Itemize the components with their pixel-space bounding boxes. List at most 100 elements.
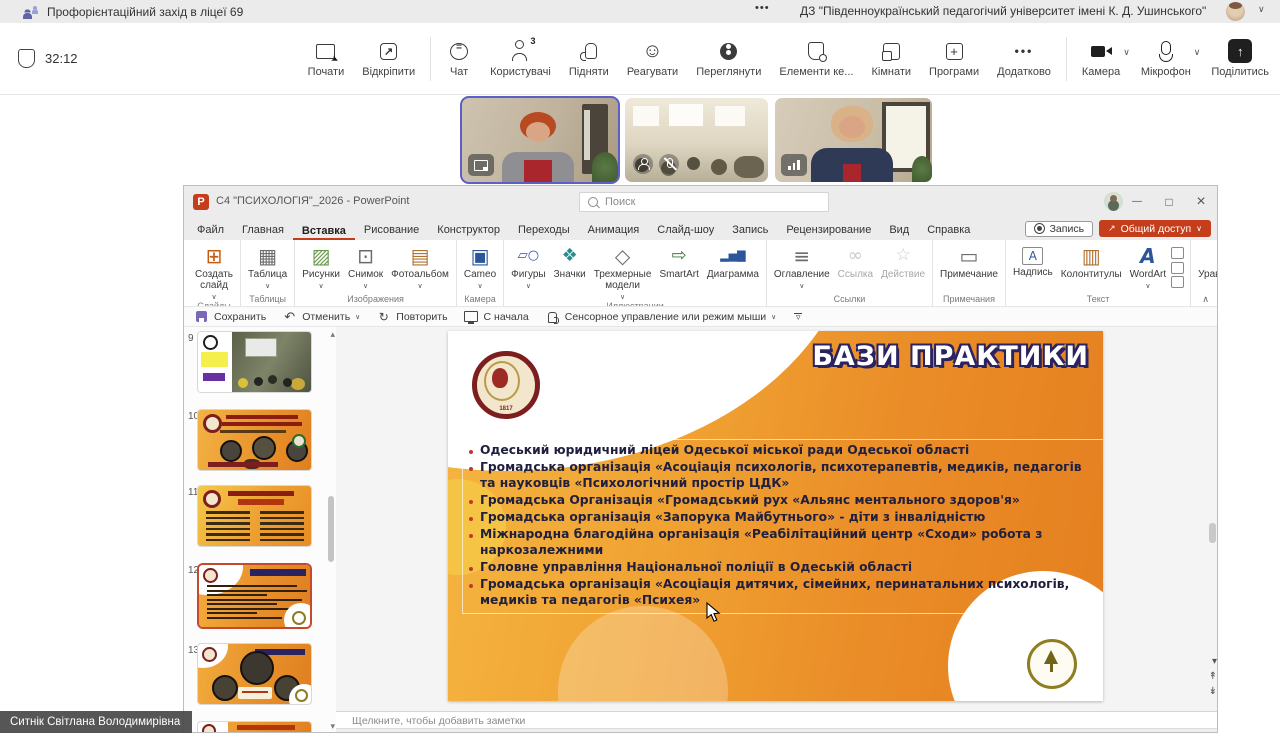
ribbon-cameo-button[interactable]: ▣Cameo∨: [460, 242, 500, 290]
ribbon-group-buttons: ▨Рисунки∨⊡Снимок∨▤Фотоальбом∨: [298, 242, 453, 294]
microphone-chevron-button[interactable]: ∨: [1194, 47, 1201, 58]
tab-draw[interactable]: Рисование: [355, 221, 428, 240]
collapse-ribbon-button[interactable]: ∧: [1202, 294, 1209, 305]
camera-button[interactable]: Камера: [1073, 39, 1129, 78]
slide-bullet-list[interactable]: Одеський юридичний ліцей Одеської місько…: [462, 439, 1103, 614]
view-button[interactable]: Переглянути: [687, 39, 770, 78]
slide-thumbnail-11[interactable]: [197, 485, 312, 547]
ribbon-shapes-button[interactable]: ▱○Фигуры∨: [507, 242, 549, 290]
slide-thumbnail-13[interactable]: [197, 643, 312, 705]
slide-thumbnail-12[interactable]: [197, 563, 312, 629]
bullet-text: Громадська Організація «Громадський рух …: [480, 493, 1020, 509]
next-slide-button[interactable]: ↡: [1209, 687, 1217, 697]
video-tile-speaker-2[interactable]: [775, 98, 932, 182]
apps-button[interactable]: Програми: [920, 39, 988, 78]
slide-title[interactable]: БАЗИ ПРАКТИКИ: [812, 341, 1089, 372]
dropdown-chevron-icon: ∨: [477, 282, 482, 290]
tab-file[interactable]: Файл: [188, 221, 233, 240]
person-shirt: [524, 160, 552, 182]
ribbon-new-slide-button[interactable]: ⊞Создать слайд∨: [191, 242, 237, 301]
ribbon-comment-button[interactable]: ▭Примечание: [936, 242, 1002, 280]
scroll-up-icon[interactable]: ▴: [330, 329, 335, 340]
scroll-down-icon[interactable]: ▾: [1212, 657, 1217, 667]
ribbon-chart-button[interactable]: ▂▅▇Диаграмма: [703, 242, 763, 280]
chat-button[interactable]: Чат: [437, 39, 481, 78]
slide-thumbnail-next[interactable]: [197, 721, 312, 733]
ribbon-3d-models-button[interactable]: ◇Трехмерные модели∨: [590, 242, 656, 301]
video-tile-speaker-1[interactable]: [462, 98, 618, 182]
cameo-label: Cameo: [464, 269, 496, 280]
ribbon-group-label: Таблицы: [245, 294, 290, 306]
share-access-button[interactable]: ↗ Общий доступ ∨: [1099, 220, 1211, 237]
toolbar-options-icon[interactable]: [792, 311, 804, 323]
tab-home[interactable]: Главная: [233, 221, 293, 240]
textbox-icon: A: [1022, 247, 1043, 265]
meeting-controls-button[interactable]: Елементи ке...: [770, 39, 862, 78]
ribbon-header-footer-button[interactable]: ▥Колонтитулы: [1057, 242, 1126, 280]
microphone-button[interactable]: Мікрофон: [1132, 39, 1200, 78]
record-button[interactable]: Запись: [1025, 221, 1093, 237]
search-input[interactable]: Поиск: [579, 192, 829, 212]
date-time-icon[interactable]: [1171, 247, 1184, 259]
ribbon-toc-button[interactable]: ≡Оглавление∨: [770, 242, 834, 290]
share-button[interactable]: Поділитись: [1202, 39, 1278, 78]
slide-number-icon[interactable]: [1171, 262, 1184, 274]
tab-animation[interactable]: Анимация: [579, 221, 649, 240]
tab-help[interactable]: Справка: [918, 221, 979, 240]
camera-chevron-button[interactable]: ∨: [1123, 47, 1130, 58]
ribbon-table-button[interactable]: ▦Таблица∨: [244, 242, 291, 290]
from-start-button[interactable]: С начала: [464, 310, 529, 324]
powerpoint-app-icon: P: [193, 194, 209, 210]
touch-mode-button[interactable]: Сенсорное управление или режим мыши∨: [545, 310, 777, 324]
slide-thumbnail-9[interactable]: [197, 331, 312, 393]
person-shirt: [843, 164, 861, 182]
rooms-button[interactable]: Кімнати: [862, 39, 920, 78]
video-tile-classroom[interactable]: [625, 98, 768, 182]
user-avatar[interactable]: [1226, 2, 1245, 21]
window-controls: [1121, 186, 1217, 217]
save-button[interactable]: Сохранить: [194, 310, 266, 324]
undo-button[interactable]: Отменить∨: [282, 310, 360, 324]
slide-bullet: Одеський юридичний ліцей Одеської місько…: [469, 443, 1097, 459]
ribbon-photo-album-button[interactable]: ▤Фотоальбом∨: [387, 242, 453, 290]
participants-button[interactable]: 3Користувачі: [481, 39, 560, 78]
notes-bar[interactable]: Щелкните, чтобы добавить заметки: [336, 711, 1218, 729]
document-title: С4 "ПСИХОЛОГІЯ"_2026 - PowerPoint: [216, 195, 409, 207]
slide-scrollbar[interactable]: [1209, 523, 1216, 543]
titlebar-chevron-icon[interactable]: ∨: [1258, 4, 1265, 15]
more-button[interactable]: Додатково: [988, 39, 1060, 78]
scroll-down-icon[interactable]: ▾: [330, 721, 335, 732]
undo-label: Отменить: [302, 311, 350, 323]
redo-button[interactable]: Повторить: [376, 310, 447, 324]
ribbon-equation-button[interactable]: πУравнение∨: [1194, 242, 1217, 290]
tab-transitions[interactable]: Переходы: [509, 221, 579, 240]
titlebar-more-icon[interactable]: •••: [755, 2, 770, 14]
start-button[interactable]: Почати: [299, 39, 354, 78]
tab-design[interactable]: Конструктор: [428, 221, 509, 240]
ribbon-smartart-button[interactable]: ⇨SmartArt: [655, 242, 702, 280]
3d-models-icon: ◇: [615, 244, 630, 267]
restore-button[interactable]: [1153, 186, 1185, 217]
slide-bullet: Громадська організація «Запорука Майбутн…: [469, 510, 1097, 526]
tab-review[interactable]: Рецензирование: [777, 221, 880, 240]
previous-slide-button[interactable]: ↟: [1209, 672, 1217, 682]
mouse-cursor: [706, 602, 721, 623]
ribbon-icons-button[interactable]: ❖Значки: [550, 242, 590, 280]
ribbon-screenshot-button[interactable]: ⊡Снимок∨: [344, 242, 387, 290]
tab-insert[interactable]: Вставка: [293, 222, 355, 241]
ribbon-wordart-button[interactable]: AWordArt∨: [1126, 242, 1171, 290]
close-button[interactable]: [1185, 186, 1217, 217]
minimize-button[interactable]: [1121, 186, 1153, 217]
insert-object-icon[interactable]: [1171, 276, 1184, 288]
slide: 1817 БАЗИ ПРАКТИКИ Одеський юридичний лі…: [448, 331, 1103, 701]
tab-record[interactable]: Запись: [723, 221, 777, 240]
thumbnail-scrollbar[interactable]: [328, 496, 334, 562]
tab-slideshow[interactable]: Слайд-шоу: [648, 221, 723, 240]
unpin-button[interactable]: Відкріпити: [353, 39, 424, 78]
raise-hand-button[interactable]: Підняти: [560, 39, 618, 78]
tab-view[interactable]: Вид: [880, 221, 918, 240]
slide-thumbnail-10[interactable]: [197, 409, 312, 471]
ribbon-textbox-button[interactable]: AНадпись: [1009, 242, 1057, 278]
ribbon-pictures-button[interactable]: ▨Рисунки∨: [298, 242, 344, 290]
react-button[interactable]: Реагувати: [618, 39, 687, 78]
